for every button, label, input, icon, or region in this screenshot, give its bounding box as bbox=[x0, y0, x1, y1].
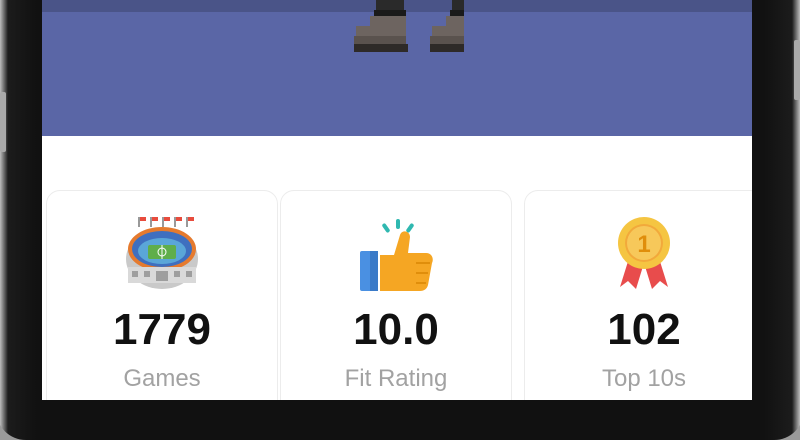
volume-button bbox=[0, 92, 6, 152]
stat-card-games[interactable]: 1779 Games bbox=[46, 190, 278, 400]
app-screen: 1779 Games 10.0 Fit Rating 1 102 Top 10s bbox=[42, 0, 752, 400]
svg-text:1: 1 bbox=[637, 231, 650, 258]
fit-rating-value: 10.0 bbox=[353, 305, 439, 354]
pixel-avatar-boots bbox=[354, 0, 464, 52]
top10s-label: Top 10s bbox=[601, 365, 687, 392]
stadium-icon bbox=[126, 217, 198, 289]
medal-icon: 1 bbox=[618, 217, 670, 289]
power-button bbox=[794, 40, 800, 100]
profile-banner bbox=[42, 0, 752, 136]
stat-card-top10s[interactable]: 1 102 Top 10s bbox=[524, 190, 752, 400]
games-label: Games bbox=[123, 365, 201, 392]
games-count: 1779 bbox=[113, 305, 211, 354]
top10s-count: 102 bbox=[607, 305, 681, 354]
stat-card-fit-rating[interactable]: 10.0 Fit Rating bbox=[280, 190, 512, 400]
fit-rating-label: Fit Rating bbox=[344, 365, 448, 392]
thumbs-up-icon bbox=[360, 219, 433, 291]
